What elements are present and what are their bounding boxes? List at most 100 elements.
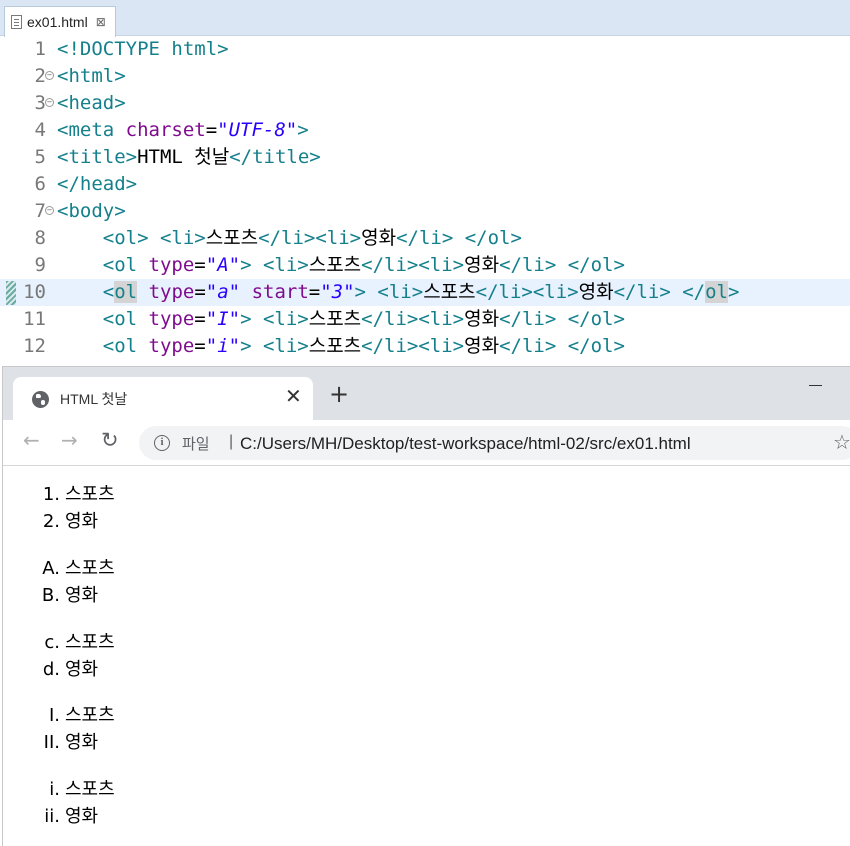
code-token: < [102, 281, 115, 303]
forward-button[interactable]: → [61, 429, 78, 451]
list-item: d. 영화 [3, 656, 403, 683]
line-number: 6 [34, 173, 46, 195]
code-token: = [308, 281, 321, 303]
html-file-icon [11, 15, 22, 29]
globe-icon [32, 391, 49, 408]
close-icon[interactable]: ⊠ [96, 15, 106, 29]
code-line[interactable]: 12 <ol type="i"> <li>스포츠</li><li>영화</li>… [0, 333, 850, 360]
list-marker: A. [42, 558, 60, 579]
code-token: <ol [102, 335, 149, 357]
code-line[interactable]: 8 <ol> <li>스포츠</li><li>영화</li> </ol> [0, 225, 850, 252]
line-number: 4 [34, 119, 46, 141]
code-line[interactable]: 1 <!DOCTYPE html> [0, 36, 850, 63]
code-token: type [148, 281, 195, 303]
code-token: = [205, 119, 218, 141]
code-token: </title> [229, 146, 321, 168]
code-text: <ol type="I"> <li>스포츠</li><li>영화</li> </… [57, 306, 625, 333]
code-area[interactable]: 1 <!DOCTYPE html> 2− <html> 3− <head> 4 <meta c… [0, 36, 850, 368]
list-marker: ii. [44, 806, 60, 827]
code-text: <!DOCTYPE html> [57, 36, 229, 63]
list-marker: B. [41, 585, 60, 606]
list-item-text: 영화 [65, 806, 99, 827]
code-token: = [194, 308, 206, 330]
security-label: 파일 [182, 435, 210, 453]
address-divider: | [229, 433, 234, 450]
code-line[interactable]: 7− <body> [0, 198, 850, 225]
code-token: 스포츠 [205, 227, 259, 249]
list-item-text: 스포츠 [65, 484, 115, 505]
line-number: 12 [23, 335, 46, 357]
code-token: = [194, 335, 206, 357]
line-number: 2 [34, 65, 46, 87]
list-marker: 1. [42, 484, 60, 505]
line-number: 8 [34, 227, 46, 249]
code-line[interactable]: 6 </head> [0, 171, 850, 198]
fold-toggle-icon[interactable]: − [45, 71, 54, 80]
line-number: 11 [23, 308, 46, 330]
list-item: B. 영화 [3, 582, 403, 609]
code-line[interactable]: 10 <ol type="a" start="3"> <li>스포츠</li><… [0, 279, 850, 306]
list-item-text: 스포츠 [65, 705, 115, 726]
browser-toolbar: ← → ↻ i 파일 | C:/Users/MH/Desktop/test-wo… [3, 420, 850, 466]
code-token: > <li> [354, 281, 424, 303]
code-token: ol [705, 281, 728, 303]
code-token: "UTF-8" [217, 119, 298, 141]
code-token: </li> </ [613, 281, 706, 303]
code-token: ol [114, 281, 138, 303]
code-line[interactable]: 5 <title>HTML 첫날</title> [0, 144, 850, 171]
list-item: c. 스포츠 [3, 629, 403, 656]
list-item: ii. 영화 [3, 803, 403, 830]
code-token: </li> </ol> [499, 308, 625, 330]
list-marker: d. [42, 659, 60, 680]
code-editor[interactable]: ex01.html ⊠ 1 <!DOCTYPE html> 2− <html> 3− <h… [0, 0, 850, 368]
close-tab-button[interactable]: ✕ [285, 384, 302, 408]
address-url[interactable]: C:/Users/MH/Desktop/test-workspace/html-… [240, 434, 691, 454]
code-token: type [148, 308, 195, 330]
browser-tab[interactable]: HTML 첫날 ✕ [13, 377, 313, 420]
list-item-text: 스포츠 [65, 632, 115, 653]
code-line[interactable]: 3− <head> [0, 90, 850, 117]
code-token: </head> [57, 173, 138, 195]
reload-button[interactable]: ↻ [101, 429, 119, 451]
info-icon[interactable]: i [154, 435, 170, 451]
code-token: > <li> [240, 254, 309, 276]
code-token: <html> [57, 65, 126, 87]
code-line[interactable]: 2− <html> [0, 63, 850, 90]
code-text: <ol type="A"> <li>스포츠</li><li>영화</li> </… [57, 252, 625, 279]
list-item: II. 영화 [3, 729, 403, 756]
code-token: 영화 [361, 227, 397, 249]
list-marker: II. [43, 732, 60, 753]
code-text: <body> [57, 198, 126, 225]
bookmark-star-icon[interactable]: ☆ [833, 430, 850, 454]
new-tab-button[interactable]: + [329, 382, 349, 406]
code-text: <ol> <li>스포츠</li><li>영화</li> </ol> [57, 225, 522, 252]
code-token: > <li> [240, 308, 309, 330]
code-text: <html> [57, 63, 126, 90]
ordered-list: I. 스포츠 II. 영화 [3, 702, 403, 756]
fold-toggle-icon[interactable]: − [45, 206, 54, 215]
code-token: <ol [102, 254, 149, 276]
code-line[interactable]: 4 <meta charset="UTF-8"> [0, 117, 850, 144]
list-marker: c. [44, 632, 60, 653]
line-number: 5 [34, 146, 46, 168]
ordered-list: 1. 스포츠 2. 영화 [3, 481, 403, 535]
code-line[interactable]: 11 <ol type="I"> <li>스포츠</li><li>영화</li>… [0, 306, 850, 333]
code-line[interactable]: 9 <ol type="A"> <li>스포츠</li><li>영화</li> … [0, 252, 850, 279]
code-token: = [194, 254, 206, 276]
address-bar[interactable]: i 파일 | C:/Users/MH/Desktop/test-workspac… [139, 426, 850, 460]
change-marker [6, 281, 16, 305]
list-marker: i. [49, 779, 60, 800]
editor-tab-ex01[interactable]: ex01.html ⊠ [4, 6, 116, 37]
minimize-button[interactable] [809, 385, 822, 386]
code-token: "A" [205, 254, 241, 276]
list-item-text: 스포츠 [65, 558, 115, 579]
fold-toggle-icon[interactable]: − [45, 98, 54, 107]
back-button[interactable]: ← [23, 429, 40, 451]
code-text: </head> [57, 171, 137, 198]
list-item-text: 영화 [65, 732, 99, 753]
